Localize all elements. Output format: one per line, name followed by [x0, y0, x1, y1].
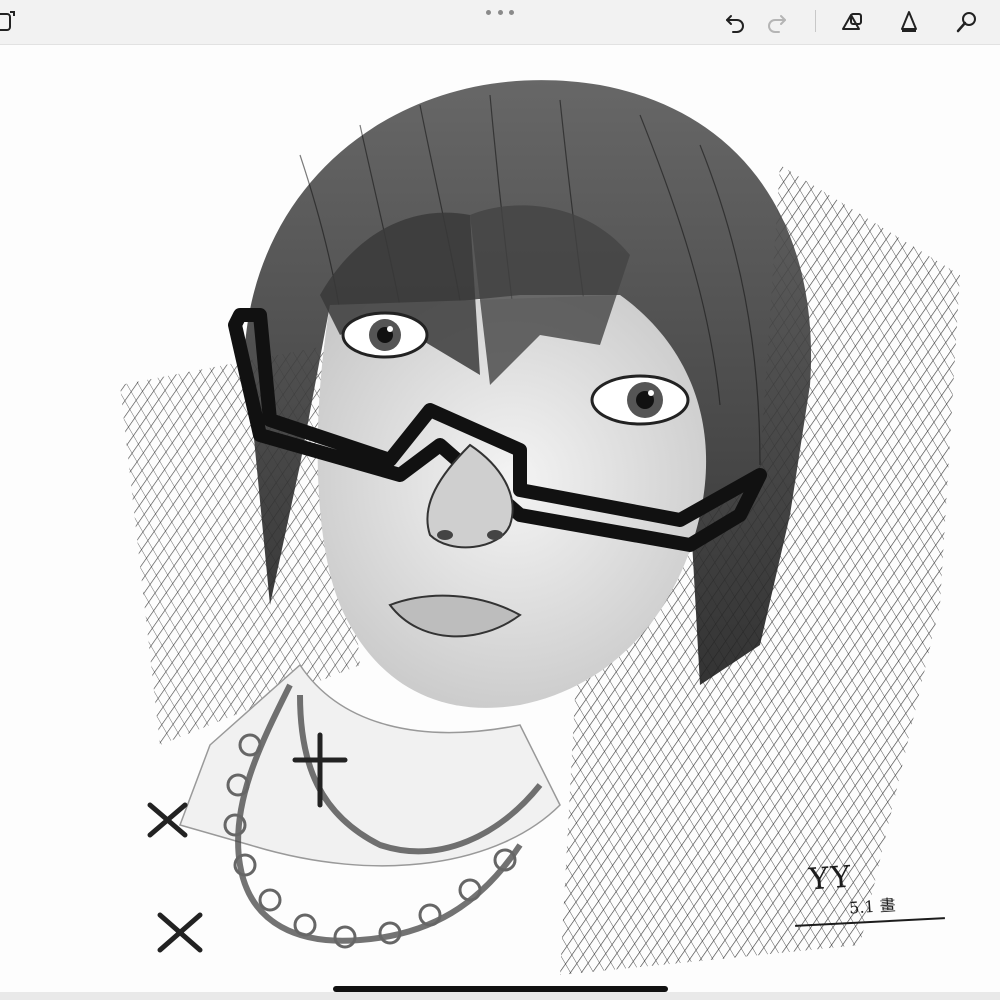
pencil-tool-icon[interactable] [893, 6, 925, 38]
home-indicator[interactable] [333, 986, 668, 992]
redo-icon[interactable] [761, 6, 793, 38]
more-dots-icon[interactable] [486, 6, 514, 18]
signature-date: 5.1 畫 [848, 895, 897, 918]
artist-signature: YY 5.1 畫 [795, 857, 955, 947]
sketch-artwork [120, 80, 960, 975]
signature-initials: YY [807, 859, 854, 898]
signature-underline [795, 917, 945, 927]
bottom-strip [0, 992, 1000, 1000]
shapes-icon[interactable] [836, 6, 868, 38]
smudge-tool-icon[interactable] [951, 6, 983, 38]
top-toolbar [0, 0, 1000, 45]
drawing-canvas[interactable]: YY 5.1 畫 [0, 45, 1000, 992]
toolbar-divider [815, 10, 816, 32]
layers-icon[interactable] [0, 6, 20, 38]
undo-icon[interactable] [719, 6, 751, 38]
